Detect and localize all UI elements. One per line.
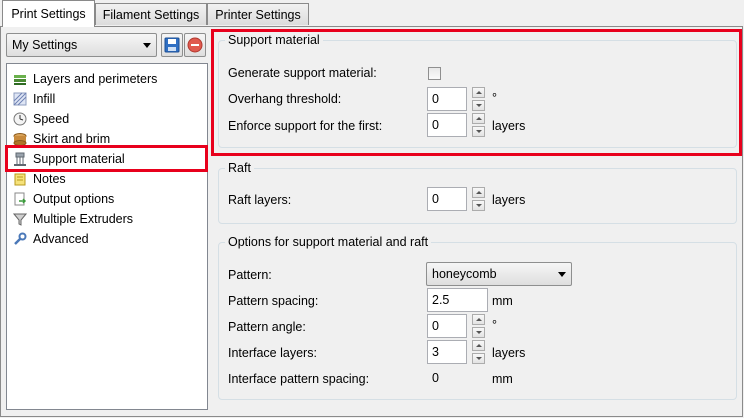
pattern-angle-input[interactable]: 0 (427, 314, 467, 338)
spin-up-icon[interactable] (472, 187, 485, 198)
speed-icon (13, 112, 27, 126)
spin-up-icon[interactable] (472, 340, 485, 351)
support-highlight (211, 29, 742, 156)
tab-bar: Print Settings Filament Settings Printer… (0, 0, 744, 27)
selection-highlight (5, 145, 208, 172)
sidebar-item-notes[interactable]: Notes (13, 169, 66, 189)
sidebar-item-label: Advanced (33, 232, 89, 246)
funnel-icon (13, 213, 27, 226)
preset-select[interactable]: My Settings (6, 33, 157, 57)
sidebar-item-label: Infill (33, 92, 56, 106)
interface-layers-label: Interface layers: (228, 346, 317, 360)
pattern-angle-spinner[interactable] (472, 314, 486, 338)
tab-label: Filament Settings (102, 7, 200, 22)
interface-spacing-label: Interface pattern spacing: (228, 372, 370, 386)
tab-printer-settings[interactable]: Printer Settings (207, 3, 309, 25)
sidebar-item-label: Notes (33, 172, 66, 186)
sidebar-item-label: Layers and perimeters (33, 72, 158, 86)
interface-layers-unit: layers (492, 346, 526, 360)
settings-tree: Layers and perimeters Infill Speed Skirt… (6, 63, 208, 410)
sidebar-item-infill[interactable]: Infill (13, 89, 55, 109)
interface-spacing-input[interactable]: 0 (427, 366, 488, 390)
sidebar-item-speed[interactable]: Speed (13, 109, 69, 129)
save-icon (164, 37, 180, 53)
pattern-angle-value: 0 (432, 319, 439, 333)
infill-icon (13, 92, 27, 106)
interface-spacing-unit: mm (492, 372, 513, 386)
skirt-icon (13, 133, 27, 146)
delete-icon (187, 37, 203, 53)
sidebar-item-label: Output options (33, 192, 115, 206)
pattern-spacing-input[interactable]: 2.5 (427, 288, 488, 312)
pattern-label: Pattern: (228, 268, 272, 282)
tab-filament-settings[interactable]: Filament Settings (95, 3, 207, 25)
pattern-spacing-unit: mm (492, 294, 513, 308)
sidebar-item-output[interactable]: Output options (13, 189, 114, 209)
chevron-down-icon (143, 43, 151, 48)
raft-layers-input[interactable]: 0 (427, 187, 467, 211)
chevron-down-icon (558, 272, 566, 277)
pattern-select[interactable]: honeycomb (426, 262, 572, 286)
sidebar-item-advanced[interactable]: Advanced (13, 229, 89, 249)
interface-layers-value: 3 (432, 345, 439, 359)
spin-down-icon[interactable] (472, 353, 485, 364)
tab-label: Print Settings (11, 7, 86, 21)
raft-group-title: Raft (225, 161, 254, 175)
layers-icon (14, 75, 26, 85)
interface-layers-spinner[interactable] (472, 340, 486, 364)
pattern-value: honeycomb (432, 267, 497, 281)
output-icon (14, 192, 27, 206)
preset-value: My Settings (12, 38, 78, 52)
raft-layers-unit: layers (492, 193, 526, 207)
options-group-title: Options for support material and raft (225, 235, 432, 249)
raft-layers-value: 0 (432, 192, 439, 206)
save-preset-button[interactable] (161, 33, 183, 57)
pattern-spacing-value: 2.5 (432, 293, 450, 307)
sidebar-item-label: Skirt and brim (33, 132, 111, 146)
spin-down-icon[interactable] (472, 200, 485, 211)
interface-spacing-value: 0 (432, 371, 439, 385)
wrench-icon (14, 232, 27, 245)
pattern-angle-label: Pattern angle: (228, 320, 306, 334)
tab-label: Printer Settings (215, 7, 301, 22)
sidebar-item-label: Speed (33, 112, 70, 126)
spin-up-icon[interactable] (472, 314, 485, 325)
tab-print-settings[interactable]: Print Settings (2, 0, 95, 27)
sidebar-item-extruders[interactable]: Multiple Extruders (13, 209, 133, 229)
sidebar-item-layers[interactable]: Layers and perimeters (13, 69, 157, 89)
pattern-angle-unit: ° (492, 318, 497, 332)
spin-down-icon[interactable] (472, 327, 485, 338)
raft-layers-label: Raft layers: (228, 193, 292, 207)
sidebar-item-label: Multiple Extruders (33, 212, 134, 226)
pattern-spacing-label: Pattern spacing: (228, 294, 319, 308)
notes-icon (14, 173, 26, 186)
raft-layers-spinner[interactable] (472, 187, 486, 211)
delete-preset-button[interactable] (184, 33, 206, 57)
interface-layers-input[interactable]: 3 (427, 340, 467, 364)
